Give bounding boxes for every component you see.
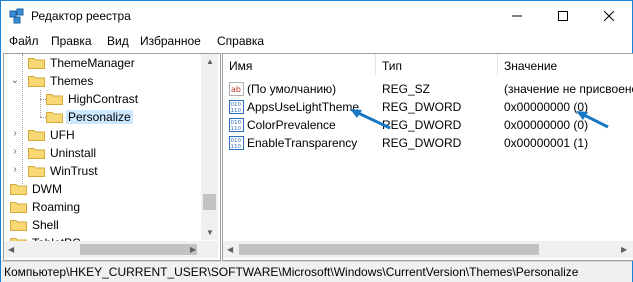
maximize-button[interactable] — [540, 1, 586, 31]
tree-horizontal-scroll-thumb[interactable] — [80, 244, 197, 255]
registry-editor-window: Редактор реестра Файл Правка Вид Избранн… — [0, 0, 633, 282]
chevron-down-icon[interactable]: ⌄ — [10, 76, 20, 86]
scroll-left-icon[interactable]: ◀ — [8, 246, 14, 254]
scroll-right-icon[interactable]: ▶ — [190, 246, 196, 254]
window-title: Редактор реестра — [31, 9, 131, 23]
menu-favorites[interactable]: Избранное — [138, 34, 203, 48]
column-header-label: Тип — [382, 59, 403, 73]
tree-item-label: WinTrust — [50, 164, 98, 178]
value-name: ColorPrevalence — [247, 118, 336, 132]
value-data: 0x00000001 (1) — [504, 136, 589, 150]
folder-icon — [28, 130, 45, 141]
folder-icon — [28, 166, 45, 177]
string-value-icon: ab — [229, 82, 244, 96]
registry-editor-icon — [9, 8, 24, 24]
tree-item-label: Uninstall — [50, 146, 97, 160]
folder-icon — [28, 58, 45, 69]
tree-vertical-scrollbar[interactable]: ▲ ▼ — [201, 54, 218, 240]
folder-icon — [10, 220, 27, 231]
status-bar: Компьютер\HKEY_CURRENT_USER\SOFTWARE\Mic… — [1, 261, 632, 282]
value-name: EnableTransparency — [247, 136, 358, 150]
menu-help[interactable]: Справка — [215, 34, 266, 48]
values-horizontal-scroll-thumb[interactable] — [239, 244, 539, 255]
tree-guide-line — [40, 90, 41, 117]
folder-icon — [10, 184, 27, 195]
value-type: REG_SZ — [382, 82, 431, 96]
folder-icon — [46, 94, 63, 105]
menu-bar: Файл Правка Вид Избранное Справка — [1, 31, 632, 53]
tree-item-label: HighContrast — [68, 92, 139, 106]
svg-text:110: 110 — [231, 108, 242, 114]
value-type: REG_DWORD — [382, 136, 462, 150]
values-list-pane[interactable]: Имя Тип Значение ab (По умолчанию) REG_S… — [222, 53, 633, 261]
tree-item-label: Themes — [50, 74, 94, 88]
column-header-name[interactable]: Имя — [223, 54, 376, 76]
column-header-label: Значение — [504, 59, 558, 73]
tree-horizontal-scrollbar[interactable]: ◀ ▶ — [4, 241, 201, 258]
value-name: (По умолчанию) — [247, 82, 337, 96]
column-header-label: Имя — [229, 59, 253, 73]
column-header-value[interactable]: Значение — [498, 54, 633, 76]
tree-item-label: ThemeManager — [50, 56, 135, 70]
scroll-corner — [201, 241, 218, 258]
svg-text:110: 110 — [231, 144, 242, 150]
tree-item-label: DWM — [32, 182, 62, 196]
menu-edit[interactable]: Правка — [49, 34, 94, 48]
value-data: 0x00000000 (0) — [504, 100, 589, 114]
key-tree-pane[interactable]: ThemeManager ⌄ Themes HighContrast Perso… — [3, 53, 221, 261]
value-type: REG_DWORD — [382, 118, 462, 132]
list-item-default[interactable]: ab (По умолчанию) REG_SZ (значение не пр… — [223, 80, 633, 98]
tree-item-label: UFH — [50, 128, 75, 142]
folder-open-icon — [28, 76, 45, 87]
scroll-right-icon[interactable]: ▶ — [621, 246, 627, 254]
tree-vertical-scroll-thumb[interactable] — [203, 194, 216, 210]
tree-item-label: Roaming — [32, 200, 81, 214]
folder-icon — [28, 148, 45, 159]
close-button[interactable] — [586, 1, 632, 31]
scroll-up-icon[interactable]: ▲ — [206, 58, 214, 66]
tree-guide-line — [22, 54, 23, 184]
title-bar[interactable]: Редактор реестра — [1, 1, 632, 31]
value-data: (значение не присвоено) — [504, 82, 633, 96]
folder-icon — [46, 112, 63, 123]
value-name: AppsUseLightTheme — [247, 100, 360, 114]
tree-item-label: Personalize — [66, 110, 133, 124]
values-horizontal-scrollbar[interactable]: ◀ ▶ — [223, 241, 633, 258]
svg-text:110: 110 — [231, 126, 242, 132]
column-header-type[interactable]: Тип — [376, 54, 498, 76]
scroll-down-icon[interactable]: ▼ — [206, 229, 214, 237]
tree-item-label: Shell — [32, 218, 59, 232]
chevron-right-icon[interactable]: › — [10, 165, 20, 175]
minimize-icon — [512, 15, 522, 17]
list-item-appsuselighttheme[interactable]: 010 110 AppsUseLightTheme REG_DWORD 0x00… — [223, 98, 633, 116]
menu-view[interactable]: Вид — [105, 34, 131, 48]
minimize-button[interactable] — [494, 1, 540, 31]
scroll-left-icon[interactable]: ◀ — [227, 246, 233, 254]
menu-file[interactable]: Файл — [7, 34, 41, 48]
chevron-right-icon[interactable]: › — [10, 147, 20, 157]
value-type: REG_DWORD — [382, 100, 462, 114]
folder-icon — [10, 202, 27, 213]
list-item-colorprevalence[interactable]: 010 110 ColorPrevalence REG_DWORD 0x0000… — [223, 116, 633, 134]
svg-text:ab: ab — [231, 85, 241, 94]
chevron-right-icon[interactable]: › — [10, 129, 20, 139]
binary-value-icon: 010 110 — [229, 136, 244, 150]
value-data: 0x00000000 (0) — [504, 118, 589, 132]
current-key-path: Компьютер\HKEY_CURRENT_USER\SOFTWARE\Mic… — [4, 265, 579, 279]
close-icon — [604, 11, 614, 21]
maximize-icon — [558, 11, 568, 21]
list-item-enabletransparency[interactable]: 010 110 EnableTransparency REG_DWORD 0x0… — [223, 134, 633, 152]
binary-value-icon: 010 110 — [229, 118, 244, 132]
binary-value-icon: 010 110 — [229, 100, 244, 114]
